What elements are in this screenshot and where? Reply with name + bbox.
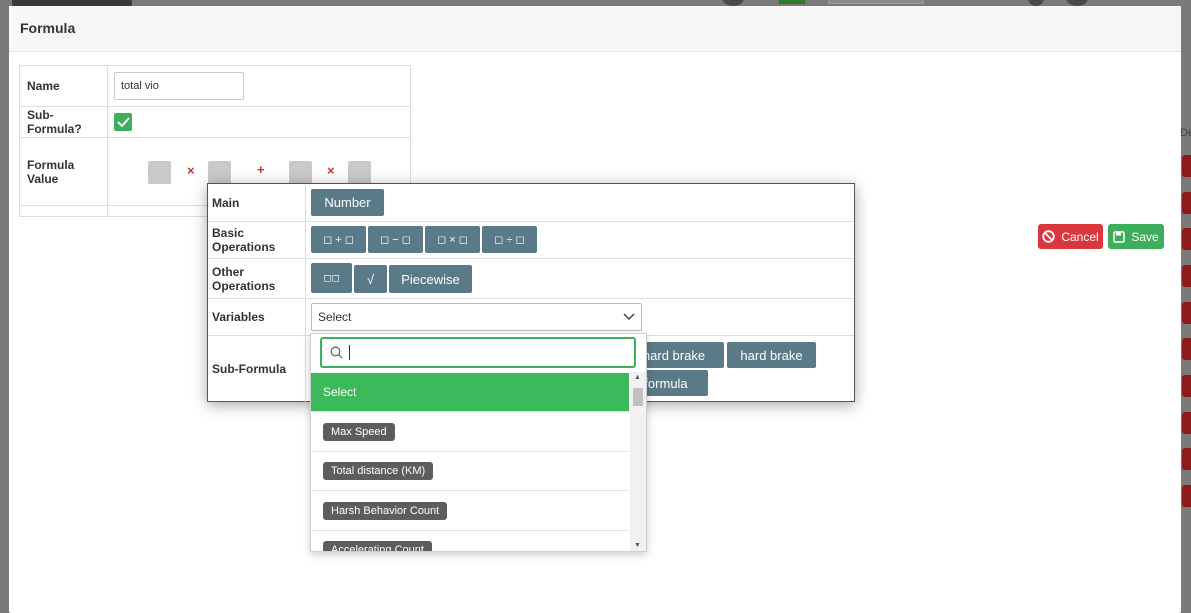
variables-select-value: Select bbox=[318, 310, 352, 324]
multiply-operator: × bbox=[187, 162, 195, 178]
subformula-hard-brake-button[interactable]: hard brake bbox=[727, 342, 816, 368]
row-action-button bbox=[1182, 375, 1191, 397]
formula-slot[interactable] bbox=[208, 160, 231, 184]
other-operations-row: Other Operations ◻◻ √ Piecewise bbox=[208, 259, 854, 299]
row-action-button bbox=[1182, 485, 1191, 507]
option-chip: Total distance (KM) bbox=[323, 462, 434, 480]
floppy-disk-icon bbox=[1113, 230, 1126, 243]
dropdown-option-harsh-behavior-count[interactable]: Harsh Behavior Count bbox=[311, 492, 629, 531]
plus-operator: + bbox=[257, 161, 265, 177]
sub-formula-label: Sub-Formula bbox=[208, 336, 306, 402]
search-icon bbox=[330, 346, 343, 359]
text-cursor bbox=[349, 345, 350, 360]
cancel-button[interactable]: Cancel bbox=[1038, 224, 1103, 249]
subformula-cell bbox=[107, 106, 411, 138]
basic-operations-label: Basic Operations bbox=[208, 222, 306, 258]
save-button[interactable]: Save bbox=[1108, 224, 1164, 249]
name-input[interactable] bbox=[114, 72, 244, 100]
option-chip: Accelerating Count bbox=[323, 541, 432, 551]
basic-operations-row: Basic Operations ◻ + ◻ ◻ − ◻ ◻ × ◻ ◻ ÷ ◻ bbox=[208, 222, 854, 259]
formula-slot[interactable] bbox=[348, 160, 371, 184]
dropdown-option-accelerating-count[interactable]: Accelerating Count bbox=[311, 531, 629, 551]
option-chip: Max Speed bbox=[323, 423, 395, 441]
multiply-button[interactable]: ◻ × ◻ bbox=[425, 226, 480, 253]
header-search-input bbox=[828, 0, 924, 4]
ban-icon bbox=[1042, 230, 1056, 243]
power-button[interactable]: ◻◻ bbox=[311, 263, 352, 293]
name-label: Name bbox=[19, 65, 108, 107]
cancel-label: Cancel bbox=[1061, 229, 1099, 244]
empty-cell bbox=[19, 205, 108, 217]
option-label: Select bbox=[323, 385, 357, 399]
row-action-button bbox=[1182, 228, 1191, 250]
dropdown-search-field[interactable] bbox=[320, 337, 636, 368]
dropdown-scrollbar[interactable]: ▲ ▼ bbox=[630, 372, 646, 551]
chevron-down-icon bbox=[623, 313, 635, 321]
name-cell bbox=[107, 65, 411, 107]
row-action-button bbox=[1182, 192, 1191, 214]
other-operations-label: Other Operations bbox=[208, 259, 306, 298]
scroll-down-icon[interactable]: ▼ bbox=[634, 542, 641, 549]
scroll-up-icon[interactable]: ▲ bbox=[634, 374, 641, 381]
number-button[interactable]: Number bbox=[311, 189, 384, 216]
option-chip: Harsh Behavior Count bbox=[323, 502, 448, 520]
dropdown-option-select[interactable]: Select bbox=[311, 373, 629, 412]
scrollbar-thumb[interactable] bbox=[633, 388, 643, 406]
dropdown-option-max-speed[interactable]: Max Speed bbox=[311, 413, 629, 452]
row-action-button bbox=[1182, 302, 1191, 324]
formula-slot[interactable] bbox=[148, 160, 171, 184]
main-label: Main bbox=[208, 184, 306, 221]
subformula-checkbox[interactable] bbox=[114, 113, 132, 131]
modal-header: Formula bbox=[9, 6, 1181, 52]
save-label: Save bbox=[1131, 229, 1159, 244]
checkmark-icon bbox=[116, 117, 130, 127]
subformula-label: Sub-Formula? bbox=[19, 106, 108, 138]
piecewise-button[interactable]: Piecewise bbox=[389, 265, 472, 293]
column-header-partial: De bbox=[1180, 127, 1191, 139]
row-action-button bbox=[1182, 265, 1191, 287]
subtract-button[interactable]: ◻ − ◻ bbox=[368, 226, 423, 253]
row-action-button bbox=[1182, 338, 1191, 360]
variables-row: Variables Select bbox=[208, 299, 854, 336]
add-button[interactable]: ◻ + ◻ bbox=[311, 226, 366, 253]
multiply-operator: × bbox=[327, 162, 335, 178]
square-root-button[interactable]: √ bbox=[354, 265, 387, 293]
dropdown-option-total-distance[interactable]: Total distance (KM) bbox=[311, 452, 629, 491]
name-row: Name bbox=[19, 65, 411, 107]
divide-button[interactable]: ◻ ÷ ◻ bbox=[482, 226, 537, 253]
variables-select[interactable]: Select bbox=[311, 303, 642, 331]
variables-dropdown: Select Max Speed Total distance (KM) Har… bbox=[310, 333, 647, 552]
modal-title: Formula bbox=[20, 20, 76, 36]
row-action-button bbox=[1182, 448, 1191, 470]
variables-label: Variables bbox=[208, 299, 306, 335]
main-row: Main Number bbox=[208, 184, 854, 222]
subformula-row: Sub-Formula? bbox=[19, 106, 411, 138]
formula-value-label: Formula Value bbox=[19, 137, 108, 206]
row-action-button bbox=[1182, 155, 1191, 177]
formula-slot[interactable] bbox=[289, 160, 312, 184]
signal-icon bbox=[779, 0, 805, 4]
row-action-button bbox=[1182, 412, 1191, 434]
